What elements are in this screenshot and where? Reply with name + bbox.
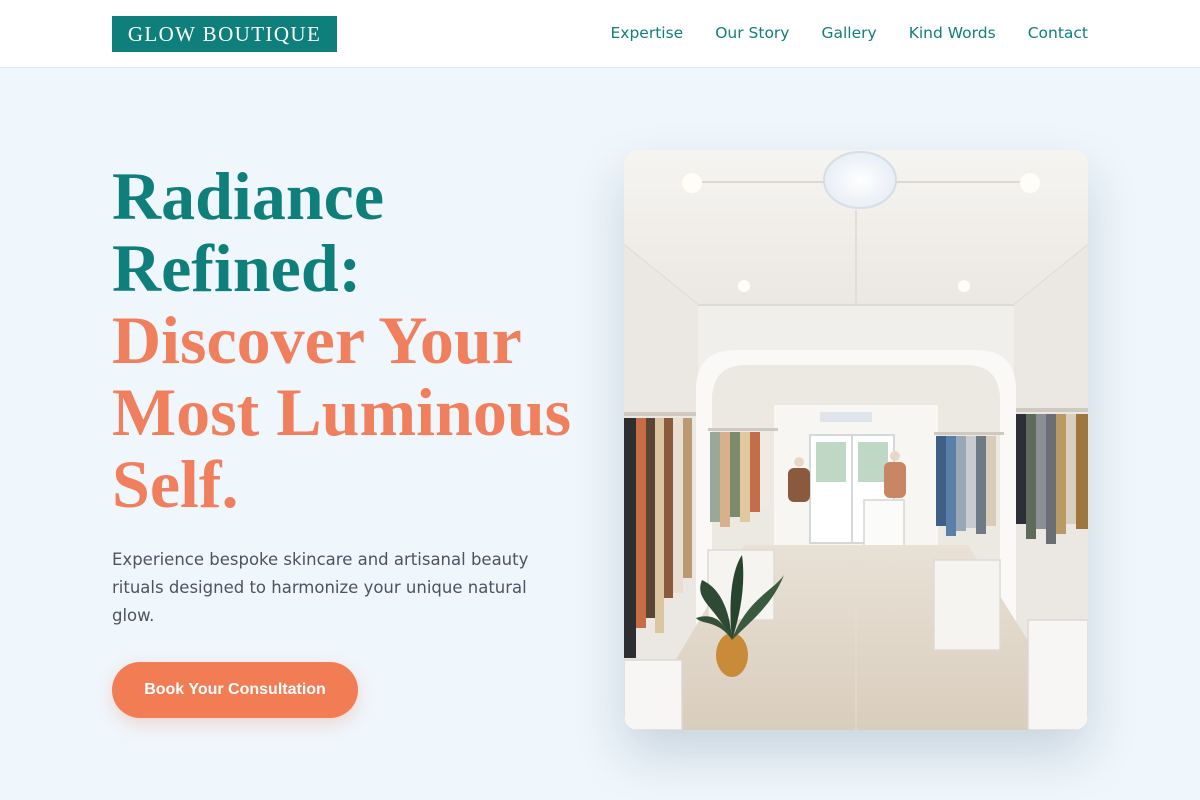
headline-line-4: Most Luminous bbox=[112, 374, 572, 450]
site-header: GLOW BOUTIQUE Expertise Our Story Galler… bbox=[0, 0, 1200, 68]
headline-line-1: Radiance bbox=[112, 158, 384, 234]
nav-link-gallery[interactable]: Gallery bbox=[821, 22, 876, 44]
boutique-interior-image bbox=[624, 150, 1088, 730]
main-nav: Expertise Our Story Gallery Kind Words C… bbox=[610, 22, 1088, 44]
nav-link-kind-words[interactable]: Kind Words bbox=[909, 22, 996, 44]
nav-link-expertise[interactable]: Expertise bbox=[610, 22, 683, 44]
nav-link-contact[interactable]: Contact bbox=[1028, 22, 1088, 44]
book-consultation-button[interactable]: Book Your Consultation bbox=[112, 662, 358, 718]
headline-line-5: Self. bbox=[112, 446, 239, 522]
brand-logo[interactable]: GLOW BOUTIQUE bbox=[112, 16, 337, 52]
hero-description: Experience bespoke skincare and artisana… bbox=[112, 550, 529, 625]
headline-line-2: Refined: bbox=[112, 230, 362, 306]
hero-headline: Radiance Refined: Discover Your Most Lum… bbox=[112, 160, 592, 520]
boutique-interior-illustration bbox=[624, 150, 1088, 730]
nav-link-our-story[interactable]: Our Story bbox=[715, 22, 789, 44]
headline-line-3: Discover Your bbox=[112, 302, 522, 378]
